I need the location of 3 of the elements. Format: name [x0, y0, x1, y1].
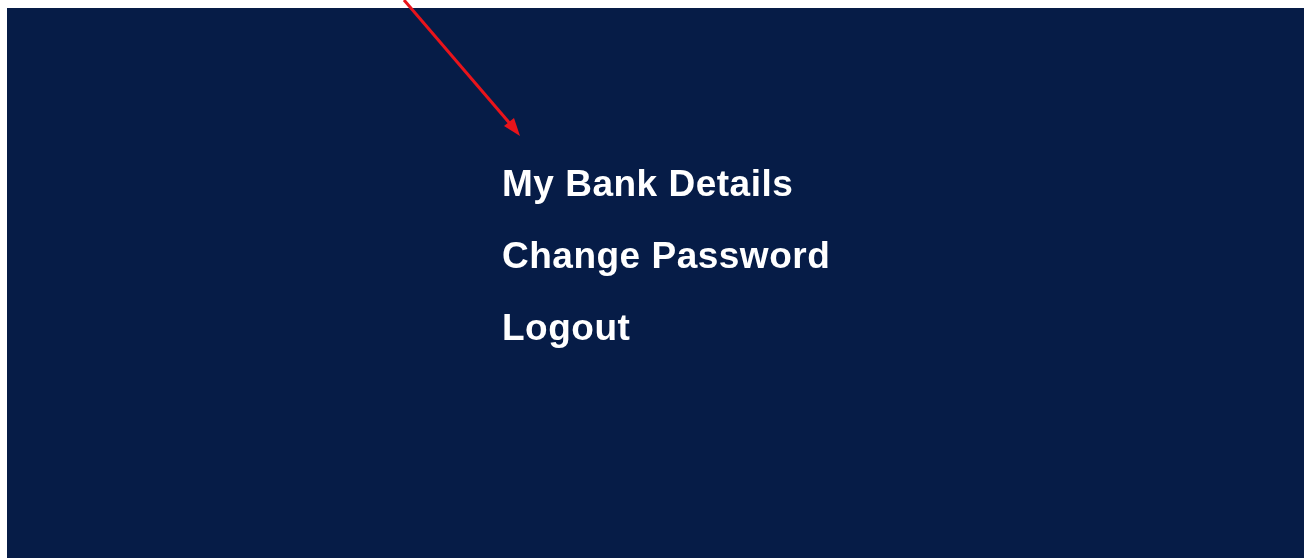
- menu-link[interactable]: My Bank Details: [502, 162, 794, 206]
- menu-link[interactable]: Change Password: [502, 234, 831, 278]
- menu-link[interactable]: Logout: [502, 306, 631, 350]
